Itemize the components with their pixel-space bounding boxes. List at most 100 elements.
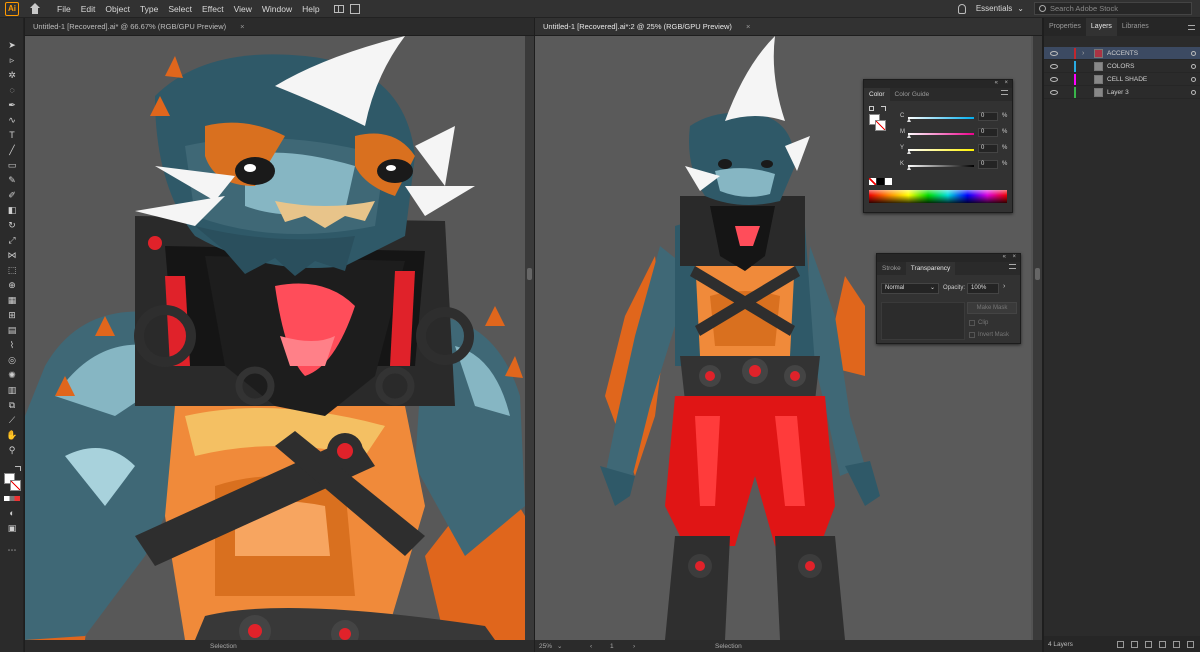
pen-tool-icon[interactable]: ✒ [6,100,18,110]
width-tool-icon[interactable]: ⋈ [6,250,18,260]
home-icon[interactable] [29,2,41,15]
tab-stroke[interactable]: Stroke [877,262,906,275]
tab-color[interactable]: Color [864,88,890,101]
target-circle-icon[interactable] [1191,50,1196,56]
invert-mask-checkbox[interactable] [969,332,975,338]
free-transform-tool-icon[interactable]: ⬚ [6,265,18,275]
color-mode-buttons[interactable] [4,496,20,501]
eraser-tool-icon[interactable]: ◧ [6,205,18,215]
layer-name[interactable]: COLORS [1107,63,1134,70]
layer-row-accents[interactable]: › ACCENTS [1044,47,1200,60]
tab-layers[interactable]: Layers [1085,18,1117,36]
clipping-mask-icon[interactable] [1145,640,1152,648]
artwork-canvas-zoomed[interactable] [25,36,525,640]
fill-stroke-widget[interactable] [869,106,889,136]
menu-view[interactable]: View [234,4,252,14]
menu-type[interactable]: Type [140,4,158,14]
slice-tool-icon[interactable]: ⟋ [6,415,18,425]
swap-colors-icon[interactable] [881,106,886,111]
make-mask-button[interactable]: Make Mask [967,302,1017,314]
collect-export-icon[interactable] [1117,640,1124,648]
paintbrush-tool-icon[interactable]: ✎ [6,175,18,185]
opacity-input[interactable]: 100% [967,283,999,294]
rotate-tool-icon[interactable]: ↻ [6,220,18,230]
screen-mode-icon[interactable]: ▣ [6,523,18,533]
new-layer-icon[interactable] [1173,640,1180,648]
scale-tool-icon[interactable]: ⤢ [6,235,18,245]
gradient-tool-icon[interactable]: ▤ [6,325,18,335]
tab-transparency[interactable]: Transparency [905,262,956,275]
cyan-value[interactable]: 0 [978,112,998,121]
cyan-slider[interactable]: C 0 % [900,112,1007,123]
arrange-documents-icon[interactable] [333,4,344,13]
layer-name[interactable]: Layer 3 [1107,89,1129,96]
mesh-tool-icon[interactable]: ⊞ [6,310,18,320]
document-tab-1[interactable]: Untitled-1 [Recovered].ai* @ 66.67% (RGB… [25,18,534,36]
layer-row-cell-shade[interactable]: CELL SHADE [1044,73,1200,86]
blend-mode-select[interactable]: Normal ⌄ [881,283,939,294]
layer-name[interactable]: CELL SHADE [1107,76,1147,83]
menu-edit[interactable]: Edit [81,4,96,14]
opacity-arrow-icon[interactable]: › [1003,283,1005,290]
menu-select[interactable]: Select [168,4,192,14]
new-sublayer-icon[interactable] [1159,640,1166,648]
close-icon[interactable]: × [746,22,750,31]
symbol-sprayer-tool-icon[interactable]: ✺ [6,370,18,380]
tab-libraries[interactable]: Libraries [1117,18,1154,36]
target-circle-icon[interactable] [1191,89,1196,95]
tab-properties[interactable]: Properties [1044,18,1086,36]
close-icon[interactable]: × [240,22,244,31]
line-tool-icon[interactable]: ╱ [6,145,18,155]
expand-chevron-icon[interactable]: › [1082,50,1084,57]
target-circle-icon[interactable] [1191,63,1196,69]
chevron-down-icon[interactable]: ⌄ [557,642,562,650]
document-2-vertical-scrollbar[interactable] [1033,36,1042,640]
more-tools-icon[interactable]: ⋯ [6,545,18,555]
rectangle-tool-icon[interactable]: ▭ [6,160,18,170]
magic-wand-tool-icon[interactable]: ✲ [6,70,18,80]
white-swatch[interactable] [885,178,892,185]
black-value[interactable]: 0 [978,160,998,169]
eye-icon[interactable] [1050,89,1058,95]
none-swatch[interactable] [869,178,876,185]
menu-effect[interactable]: Effect [202,4,224,14]
blend-tool-icon[interactable]: ◎ [6,355,18,365]
artboard-number[interactable]: 1 [610,643,614,650]
document-1-vertical-scrollbar[interactable] [525,36,534,640]
document-tab-2[interactable]: Untitled-1 [Recovered].ai*:2 @ 25% (RGB/… [535,18,1042,36]
black-swatch[interactable] [877,178,884,185]
eye-icon[interactable] [1050,76,1058,82]
lasso-tool-icon[interactable]: ◌ [6,85,18,95]
menu-object[interactable]: Object [105,4,130,14]
close-icon[interactable]: × [1012,254,1016,260]
panel-menu-icon[interactable] [1009,264,1016,269]
stroke-color-swatch[interactable] [10,480,21,491]
yellow-slider[interactable]: Y 0 % [900,144,1007,155]
blob-brush-tool-icon[interactable]: ✐ [6,190,18,200]
menu-file[interactable]: File [57,4,71,14]
collapse-icon[interactable]: « [1003,254,1006,260]
artboard-prev-icon[interactable]: ‹ [590,643,592,650]
collapse-icon[interactable]: « [995,80,998,86]
perspective-grid-tool-icon[interactable]: ▦ [6,295,18,305]
learn-bulb-icon[interactable] [957,3,966,14]
column-graph-tool-icon[interactable]: ▥ [6,385,18,395]
menu-window[interactable]: Window [262,4,292,14]
magenta-value[interactable]: 0 [978,128,998,137]
stroke-swatch[interactable] [875,120,886,131]
panel-menu-icon[interactable] [1188,25,1195,30]
layer-name[interactable]: ACCENTS [1107,50,1138,57]
eyedropper-tool-icon[interactable]: ⌇ [6,340,18,350]
zoom-level[interactable]: 25% [539,643,552,650]
close-icon[interactable]: × [1004,80,1008,86]
target-circle-icon[interactable] [1191,76,1196,82]
trash-icon[interactable] [1187,640,1194,648]
gpu-performance-icon[interactable] [349,3,360,14]
workspace-switcher[interactable]: Essentials ⌄ [976,4,1024,13]
artboard-tool-icon[interactable]: ⧉ [6,400,18,410]
eye-icon[interactable] [1050,63,1058,69]
layer-row-colors[interactable]: COLORS [1044,60,1200,73]
locate-object-icon[interactable] [1131,640,1138,648]
stock-search-input[interactable]: Search Adobe Stock [1034,2,1192,15]
tab-color-guide[interactable]: Color Guide [890,88,935,101]
